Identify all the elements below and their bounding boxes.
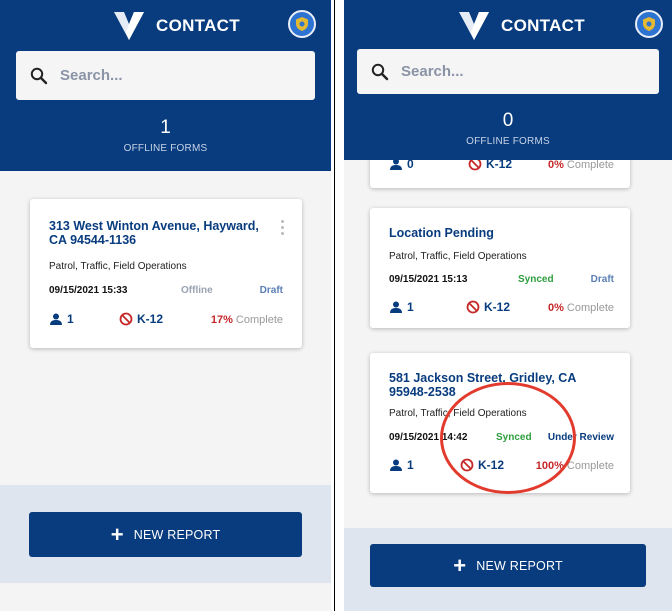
search-icon — [30, 67, 48, 84]
app-logo-icon — [459, 12, 489, 40]
card-address: 313 West Winton Avenue, Hayward, CA 9454… — [49, 219, 259, 247]
complete-label: Complete — [566, 159, 614, 171]
card-people-count: 1 — [407, 458, 414, 472]
app-title: CONTACT — [156, 16, 240, 35]
left-screen: CONTACT 1 OFFLINE FORMS 313 West Winton … — [0, 0, 331, 611]
offline-label: OFFLINE FORMS — [123, 143, 208, 154]
card-datetime: 09/15/2021 15:33 — [49, 285, 128, 296]
app-header: CONTACT 1 OFFLINE FORMS — [0, 0, 331, 171]
officer-badge-icon[interactable] — [288, 10, 316, 38]
new-report-button[interactable]: + NEW REPORT — [370, 544, 646, 587]
app-logo-icon — [114, 12, 144, 40]
card-people: 1 — [389, 300, 414, 314]
card-categories: Patrol, Traffic, Field Operations — [389, 251, 527, 262]
card-sync-status: Offline — [181, 285, 213, 296]
card-status: Draft — [259, 285, 283, 296]
right-screen: 0 K-12 0% Complete CONTACT 0 OFFLINE FOR… — [344, 0, 672, 611]
person-icon — [390, 459, 402, 471]
search-input[interactable] — [58, 66, 262, 85]
offline-forms-counter: 0 OFFLINE FORMS — [344, 110, 672, 147]
new-report-label: NEW REPORT — [476, 558, 563, 573]
search-bar[interactable] — [357, 49, 659, 94]
new-report-button[interactable]: + NEW REPORT — [29, 512, 302, 557]
plus-icon: + — [110, 521, 124, 547]
annotation-circle — [440, 382, 576, 494]
more-options-icon[interactable] — [281, 220, 284, 235]
search-input[interactable] — [399, 62, 603, 81]
person-icon — [390, 301, 402, 313]
card-datetime: 09/15/2021 15:13 — [389, 274, 468, 285]
card-address: Location Pending — [389, 226, 494, 240]
card-categories: Patrol, Traffic, Field Operations — [49, 261, 187, 272]
complete-label: Complete — [566, 302, 614, 314]
card-percent: 0% — [547, 302, 564, 314]
offline-count: 1 — [160, 117, 171, 138]
prohibited-icon — [119, 312, 133, 326]
brand: CONTACT — [459, 12, 585, 40]
prohibited-icon — [466, 300, 480, 314]
card-people-count: 1 — [67, 312, 74, 326]
card-people: 1 — [389, 458, 414, 472]
app-title: CONTACT — [501, 16, 585, 35]
card-status: Draft — [590, 274, 614, 285]
card-sync-status: Synced — [518, 274, 554, 285]
card-percent: 0% — [547, 159, 564, 171]
app-header: CONTACT 0 OFFLINE FORMS — [344, 0, 672, 160]
card-progress: 0% Complete — [548, 302, 614, 314]
report-card[interactable]: Location Pending Patrol, Traffic, Field … — [370, 208, 630, 328]
card-people-count: 1 — [407, 300, 414, 314]
officer-badge-icon[interactable] — [635, 10, 663, 38]
card-school-label: K-12 — [484, 300, 511, 314]
card-people: 1 — [49, 312, 74, 326]
card-school-tag: K-12 — [119, 312, 163, 326]
plus-icon: + — [453, 552, 467, 578]
card-progress: 0% Complete — [548, 159, 614, 171]
offline-forms-counter: 1 OFFLINE FORMS — [0, 117, 331, 154]
card-progress: 17% Complete — [211, 314, 283, 326]
card-percent: 17% — [210, 314, 233, 326]
person-icon — [50, 313, 62, 325]
card-school-tag: K-12 — [466, 300, 510, 314]
complete-label: Complete — [566, 460, 614, 472]
divider-line — [334, 0, 335, 611]
complete-label: Complete — [235, 314, 283, 326]
footer-bar: + NEW REPORT — [344, 528, 672, 611]
offline-label: OFFLINE FORMS — [466, 136, 550, 147]
search-bar[interactable] — [16, 51, 315, 100]
new-report-label: NEW REPORT — [133, 527, 221, 542]
footer-bar: + NEW REPORT — [0, 485, 331, 583]
card-school-label: K-12 — [137, 312, 164, 326]
divider — [331, 0, 344, 611]
offline-count: 0 — [502, 110, 514, 131]
report-card[interactable]: 313 West Winton Avenue, Hayward, CA 9454… — [30, 199, 302, 348]
brand: CONTACT — [114, 12, 240, 40]
search-icon — [371, 63, 389, 80]
